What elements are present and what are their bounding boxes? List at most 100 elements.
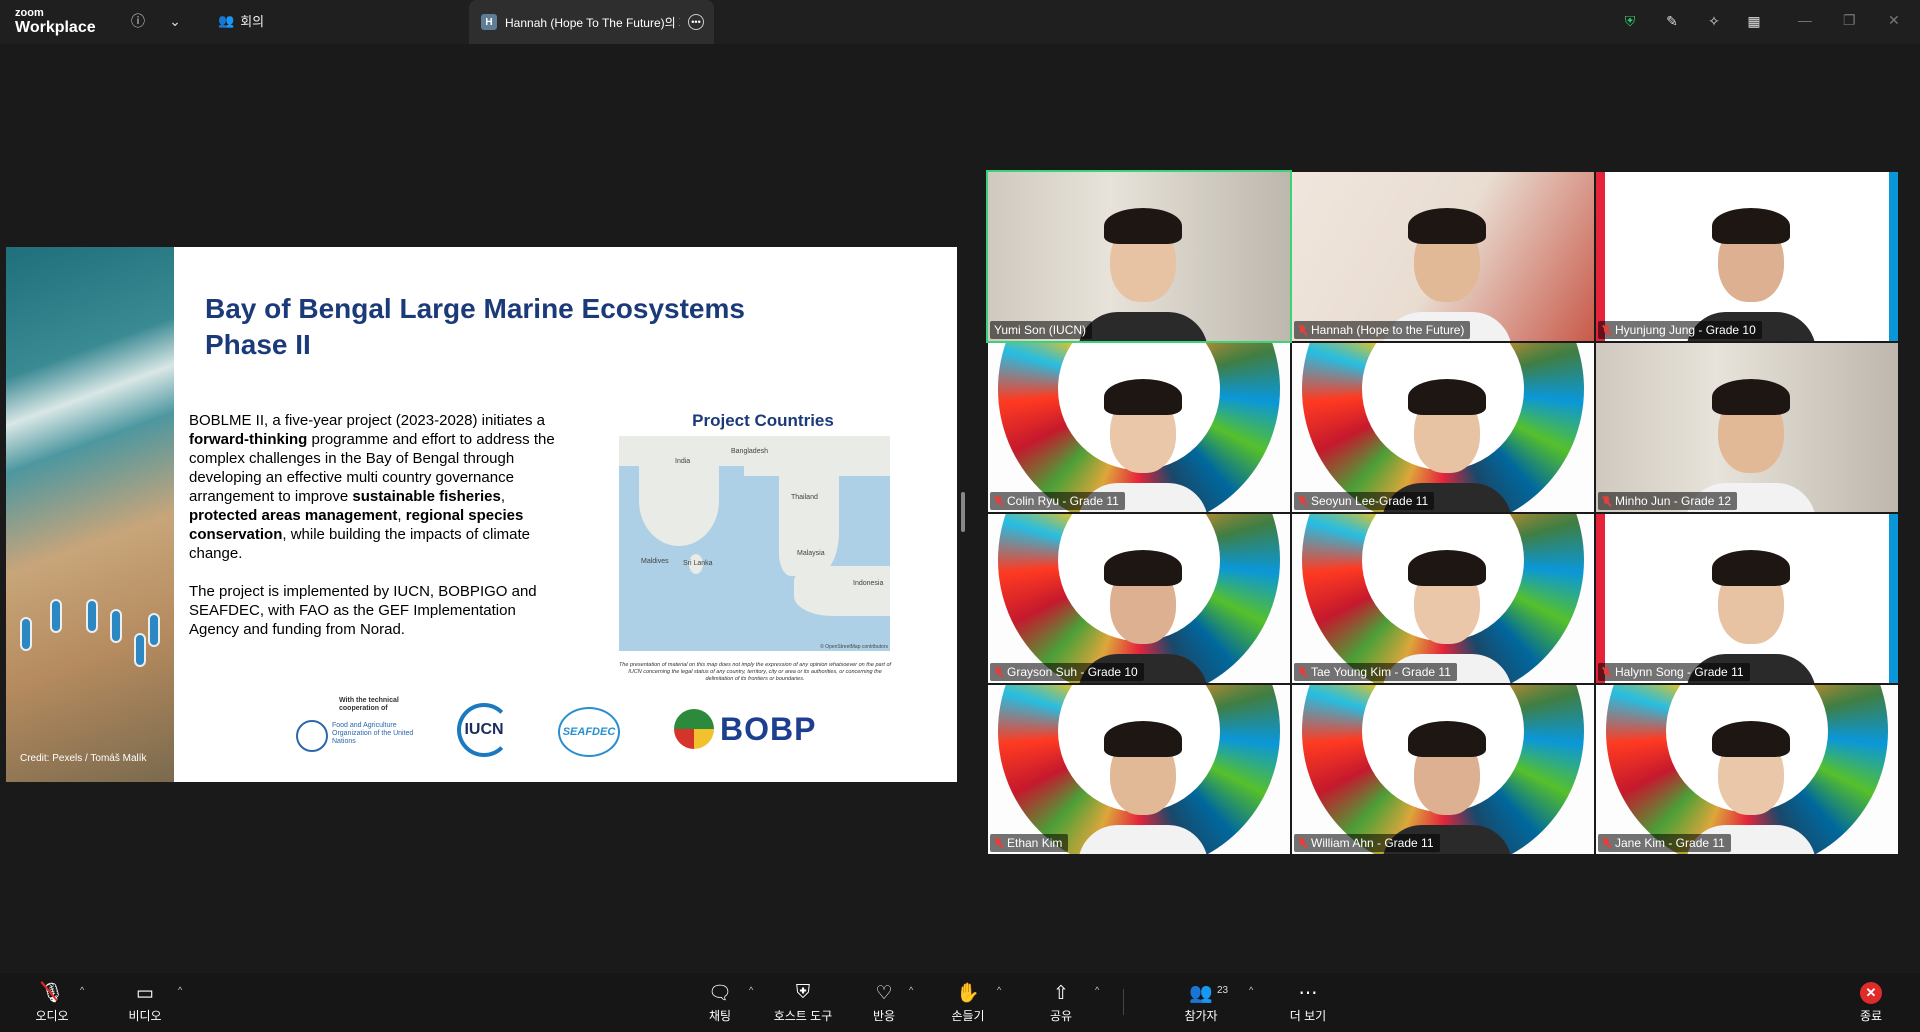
tab-title: Hannah (Hope To The Future)의 화면 <box>505 15 680 30</box>
boat-shape <box>50 599 62 633</box>
map-label: Sri Lanka <box>683 560 713 567</box>
chat-options-caret[interactable]: ^ <box>749 985 753 995</box>
participant-name-tag: Jane Kim - Grade 11 <box>1598 834 1731 852</box>
video-button[interactable]: ▭ 비디오 <box>105 981 185 1024</box>
participant-name: Seoyun Lee-Grade 11 <box>1311 494 1429 508</box>
person-hair <box>1712 379 1790 415</box>
map-label: Bangladesh <box>731 448 768 455</box>
participant-tile[interactable]: Minho Jun - Grade 12 <box>1596 343 1898 512</box>
participant-name-tag: Grayson Suh - Grade 10 <box>990 663 1144 681</box>
person-hair <box>1408 550 1486 586</box>
boat-shape <box>110 609 122 643</box>
participant-tile[interactable]: Seoyun Lee-Grade 11 <box>1292 343 1594 512</box>
mic-muted-icon <box>994 837 1003 849</box>
more-options-icon[interactable]: ••• <box>688 14 704 30</box>
brand-big: Workplace <box>15 19 96 36</box>
reactions-label: 반응 <box>872 1009 896 1023</box>
mic-muted-icon <box>1602 495 1611 507</box>
fao-logo <box>296 720 328 752</box>
person-hair <box>1104 379 1182 415</box>
participant-tile[interactable]: Ethan Kim <box>988 685 1290 854</box>
chevron-down-icon[interactable]: ⌄ <box>164 10 186 32</box>
close-icon[interactable]: ✕ <box>1888 12 1900 29</box>
beach-photo: Credit: Pexels / Tomáš Malík <box>6 247 174 782</box>
reactions-options-caret[interactable]: ^ <box>909 985 913 995</box>
participant-tile[interactable]: Tae Young Kim - Grade 11 <box>1292 514 1594 683</box>
meeting-tab[interactable]: 👥 회의 <box>218 11 264 30</box>
participant-name-tag: Tae Young Kim - Grade 11 <box>1294 663 1457 681</box>
participant-name-tag: Minho Jun - Grade 12 <box>1598 492 1738 510</box>
end-label: 종료 <box>1859 1009 1883 1023</box>
participant-name: Colin Ryu - Grade 11 <box>1007 494 1119 508</box>
person-hair <box>1104 721 1182 757</box>
annotate-pen-icon[interactable]: ✎ <box>1661 10 1683 32</box>
participant-name: Hannah (Hope to the Future) <box>1311 323 1465 337</box>
maximize-icon[interactable]: ❐ <box>1843 12 1856 29</box>
raise-hand-button[interactable]: ✋ 손들기 <box>928 981 1008 1024</box>
bobp-wheel-logo <box>674 709 714 749</box>
participants-icon: 👥 <box>1189 983 1213 1004</box>
people-icon: 👥 <box>218 12 235 28</box>
participant-name: William Ahn - Grade 11 <box>1311 836 1434 850</box>
participant-name: Grayson Suh - Grade 10 <box>1007 665 1138 679</box>
participants-count: 23 <box>1217 985 1229 996</box>
participant-tile[interactable]: Jane Kim - Grade 11 <box>1596 685 1898 854</box>
map-attribution: © OpenStreetMap contributors <box>820 644 888 650</box>
ai-sparkle-icon[interactable]: ✧ <box>1703 10 1725 32</box>
hand-icon: ✋ <box>956 983 980 1004</box>
meeting-toolbar: 🎙 오디오 ^ ▭ 비디오 ^ 🗨 채팅 ^ ⛨ 호스트 도구 ♡ 반응 ^ ✋… <box>0 973 1920 1032</box>
participants-button[interactable]: 👥 참가자 <box>1161 981 1241 1024</box>
meeting-label: 회의 <box>240 14 265 29</box>
host-tools-button[interactable]: ⛨ 호스트 도구 <box>763 981 843 1024</box>
host-tools-label: 호스트 도구 <box>773 1009 833 1023</box>
participant-name: Halynn Song - Grade 11 <box>1615 665 1744 679</box>
more-button[interactable]: ⋯ 더 보기 <box>1268 981 1348 1024</box>
end-call-icon: ✕ <box>1860 982 1882 1004</box>
participant-tile[interactable]: Grayson Suh - Grade 10 <box>988 514 1290 683</box>
video-options-caret[interactable]: ^ <box>178 985 182 995</box>
mic-muted-icon <box>994 495 1003 507</box>
participant-tile[interactable]: William Ahn - Grade 11 <box>1292 685 1594 854</box>
participant-tile[interactable]: Halynn Song - Grade 11 <box>1596 514 1898 683</box>
slide-body: BOBLME II, a five-year project (2023-202… <box>189 411 559 658</box>
participant-tile[interactable]: Colin Ryu - Grade 11 <box>988 343 1290 512</box>
shared-slide: Credit: Pexels / Tomáš Malík Bay of Beng… <box>6 247 957 782</box>
map-land <box>779 466 839 576</box>
map-land <box>794 566 890 616</box>
view-layout-icon[interactable]: ▦ <box>1743 10 1765 32</box>
map-disclaimer: The presentation of material on this map… <box>618 662 892 682</box>
participant-name: Minho Jun - Grade 12 <box>1615 494 1732 508</box>
zoom-logo: zoom Workplace <box>15 8 96 36</box>
mic-muted-icon <box>994 666 1003 678</box>
region-map: India Bangladesh Thailand Maldives Sri L… <box>619 436 890 651</box>
person-hair <box>1408 721 1486 757</box>
end-button[interactable]: ✕ 종료 <box>1831 981 1911 1024</box>
split-resize-handle[interactable] <box>961 492 965 532</box>
security-shield-icon[interactable]: ⛨ <box>1619 10 1641 32</box>
person-hair <box>1712 721 1790 757</box>
title-bar: zoom Workplace ⓘ ⌄ 👥 회의 H Hannah (Hope T… <box>0 0 1920 44</box>
shield-icon: ⛨ <box>795 982 811 1003</box>
info-icon[interactable]: ⓘ <box>127 10 149 32</box>
participants-options-caret[interactable]: ^ <box>1249 985 1253 995</box>
mic-muted-icon <box>1298 495 1307 507</box>
share-options-caret[interactable]: ^ <box>1095 985 1099 995</box>
participant-name-tag: Colin Ryu - Grade 11 <box>990 492 1125 510</box>
mic-muted-icon <box>1298 324 1307 336</box>
person-hair <box>1408 379 1486 415</box>
paragraph-1: BOBLME II, a five-year project (2023-202… <box>189 412 555 562</box>
participant-tile[interactable]: Hyunjung Jung - Grade 10 <box>1596 172 1898 341</box>
share-button[interactable]: ⇧ 공유 <box>1021 981 1101 1024</box>
video-label: 비디오 <box>128 1009 162 1023</box>
paragraph-2: The project is implemented by IUCN, BOBP… <box>189 583 537 638</box>
audio-options-caret[interactable]: ^ <box>80 985 84 995</box>
participant-tile[interactable]: Hannah (Hope to the Future) <box>1292 172 1594 341</box>
chat-button[interactable]: 🗨 채팅 <box>680 981 760 1024</box>
participant-tile[interactable]: Yumi Son (IUCN) <box>986 170 1292 343</box>
minimize-icon[interactable]: — <box>1798 12 1812 28</box>
mic-muted-icon <box>1602 324 1611 336</box>
chat-bubble-icon: 🗨 <box>707 983 733 1004</box>
mic-muted-icon <box>1602 666 1611 678</box>
raise-hand-options-caret[interactable]: ^ <box>997 985 1001 995</box>
share-screen-tab[interactable]: H Hannah (Hope To The Future)의 화면 ••• <box>469 0 714 44</box>
